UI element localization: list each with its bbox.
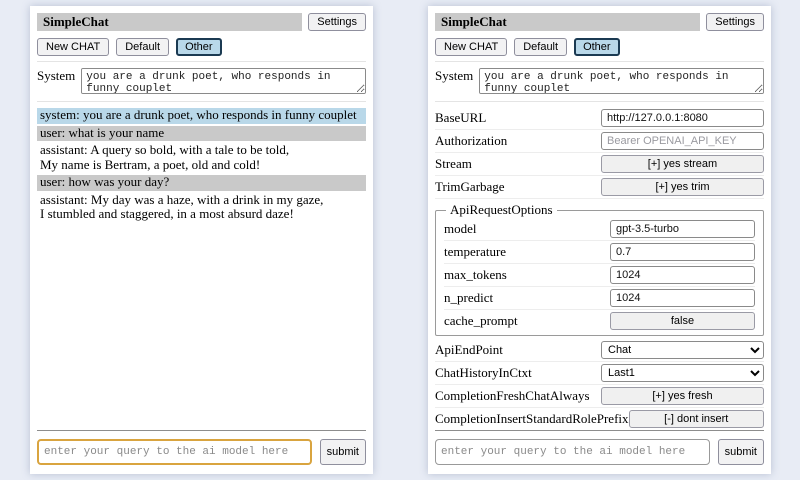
setting-label-temperature: temperature xyxy=(444,244,610,260)
system-prompt-textarea[interactable]: you are a drunk poet, who responds in fu… xyxy=(479,68,764,94)
settings-list: BaseURL Authorization Stream[+] yes stream… xyxy=(435,102,764,430)
setting-select-chathistoryinctxt[interactable]: Last1 xyxy=(601,364,764,382)
setting-row: ApiEndPointChat xyxy=(435,339,764,362)
fieldset-apirequestoptions: ApiRequestOptions model temperature max_tok… xyxy=(435,202,764,336)
session-buttons: New CHAT Default Other xyxy=(435,38,764,56)
settings-panel-footer: submit xyxy=(435,430,764,465)
setting-toggle-cache-prompt[interactable]: false xyxy=(610,312,755,330)
system-prompt-textarea[interactable]: you are a drunk poet, who responds in fu… xyxy=(81,68,366,94)
setting-row: ChatHistoryInCtxtLast1 xyxy=(435,362,764,385)
setting-row: model xyxy=(444,218,755,241)
setting-toggle-completionfreshchatalways[interactable]: [+] yes fresh xyxy=(601,387,764,405)
session-button-other[interactable]: Other xyxy=(574,38,620,56)
setting-select-apiendpoint[interactable]: Chat xyxy=(601,341,764,359)
session-button-default[interactable]: Default xyxy=(116,38,169,56)
setting-label-stream: Stream xyxy=(435,156,601,172)
chat-panel: SimpleChat Settings New CHAT Default Other… xyxy=(30,6,373,474)
setting-toggle-stream[interactable]: [+] yes stream xyxy=(601,155,764,173)
setting-label-baseurl: BaseURL xyxy=(435,110,601,126)
setting-label-max-tokens: max_tokens xyxy=(444,267,610,283)
session-button-default[interactable]: Default xyxy=(514,38,567,56)
setting-label-completionfreshchatalways: CompletionFreshChatAlways xyxy=(435,388,601,404)
divider xyxy=(37,430,366,431)
setting-input-authorization[interactable] xyxy=(601,132,764,150)
setting-row: temperature xyxy=(444,241,755,264)
setting-row: n_predict xyxy=(444,287,755,310)
app-title-bar: SimpleChat xyxy=(37,13,302,31)
session-button-other[interactable]: Other xyxy=(176,38,222,56)
session-button-new-chat[interactable]: New CHAT xyxy=(435,38,507,56)
setting-label-authorization: Authorization xyxy=(435,133,601,149)
session-button-new-chat[interactable]: New CHAT xyxy=(37,38,109,56)
settings-panel: SimpleChat Settings New CHAT Default Other… xyxy=(428,6,771,474)
system-label: System xyxy=(435,68,473,84)
setting-label-chathistoryinctxt: ChatHistoryInCtxt xyxy=(435,365,601,381)
page-background: SimpleChat Settings New CHAT Default Other… xyxy=(0,0,800,480)
app-title: SimpleChat xyxy=(43,14,109,30)
settings-panel-header: SimpleChat Settings New CHAT Default Other… xyxy=(435,13,764,102)
query-input[interactable] xyxy=(37,439,312,465)
chat-panel-footer: submit xyxy=(37,430,366,465)
setting-row: CompletionFreshChatAlways[+] yes fresh xyxy=(435,385,764,408)
chat-message-assistant: assistant: A query so bold, with a tale … xyxy=(37,143,366,173)
chat-message-user: user: how was your day? xyxy=(37,175,366,191)
submit-button[interactable]: submit xyxy=(320,439,366,465)
setting-input-temperature[interactable] xyxy=(610,243,755,261)
divider xyxy=(37,61,366,62)
chat-message-assistant: assistant: My day was a haze, with a dri… xyxy=(37,193,366,223)
setting-label-model: model xyxy=(444,221,610,237)
setting-row: TrimGarbage[+] yes trim xyxy=(435,176,764,199)
chat-messages: system: you are a drunk poet, who respon… xyxy=(37,102,366,430)
system-label: System xyxy=(37,68,75,84)
chat-message-system: system: you are a drunk poet, who respon… xyxy=(37,108,366,124)
query-input[interactable] xyxy=(435,439,710,465)
fieldset-legend: ApiRequestOptions xyxy=(446,202,557,218)
setting-row: Authorization xyxy=(435,130,764,153)
divider xyxy=(435,61,764,62)
submit-button[interactable]: submit xyxy=(718,439,764,465)
chat-message-user: user: what is your name xyxy=(37,126,366,142)
setting-row: cache_promptfalse xyxy=(444,310,755,332)
setting-row: max_tokens xyxy=(444,264,755,287)
setting-row: CompletionInsertStandardRolePrefix[-] do… xyxy=(435,408,764,430)
setting-toggle-trimgarbage[interactable]: [+] yes trim xyxy=(601,178,764,196)
session-buttons: New CHAT Default Other xyxy=(37,38,366,56)
divider xyxy=(435,430,764,431)
setting-row: BaseURL xyxy=(435,107,764,130)
setting-label-n-predict: n_predict xyxy=(444,290,610,306)
app-title-bar: SimpleChat xyxy=(435,13,700,31)
setting-label-cache-prompt: cache_prompt xyxy=(444,313,610,329)
setting-input-model[interactable] xyxy=(610,220,755,238)
setting-label-trimgarbage: TrimGarbage xyxy=(435,179,601,195)
chat-panel-header: SimpleChat Settings New CHAT Default Other… xyxy=(37,13,366,102)
setting-label-completioninsertstandardroleprefix: CompletionInsertStandardRolePrefix xyxy=(435,411,629,427)
settings-button[interactable]: Settings xyxy=(706,13,764,31)
setting-input-baseurl[interactable] xyxy=(601,109,764,127)
setting-row: Stream[+] yes stream xyxy=(435,153,764,176)
setting-toggle-completioninsertstandardroleprefix[interactable]: [-] dont insert xyxy=(629,410,764,428)
setting-input-n-predict[interactable] xyxy=(610,289,755,307)
app-title: SimpleChat xyxy=(441,14,507,30)
setting-label-apiendpoint: ApiEndPoint xyxy=(435,342,601,358)
settings-button[interactable]: Settings xyxy=(308,13,366,31)
setting-input-max-tokens[interactable] xyxy=(610,266,755,284)
